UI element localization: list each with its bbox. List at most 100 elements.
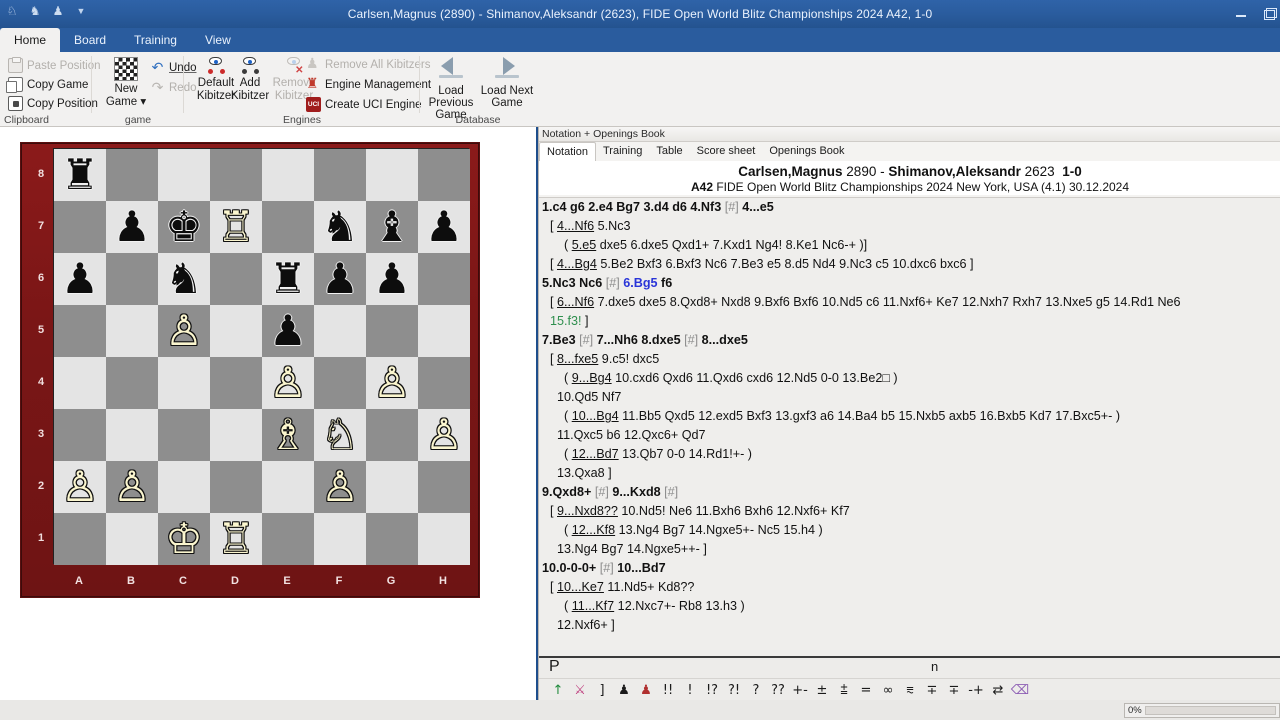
board-square-b5[interactable]: [106, 305, 158, 357]
tab-board[interactable]: Board: [60, 28, 120, 52]
notation-line[interactable]: ( 5.e5 dxe5 6.dxe5 Qxd1+ 7.Kxd1 Ng4! 8.K…: [539, 236, 1280, 255]
add-kibitzer-button[interactable]: Add Kibitzer: [228, 57, 272, 102]
board-square-h8[interactable]: [418, 149, 470, 201]
notation-line[interactable]: [ 4...Bg4 5.Be2 Bxf3 6.Bxf3 Nc6 7.Be3 e5…: [539, 255, 1280, 274]
ribbon-tab-strip[interactable]: Home Board Training View: [0, 28, 1280, 52]
board-square-a1[interactable]: [54, 513, 106, 565]
mistake-symbol[interactable]: ?: [745, 680, 767, 702]
board-square-e6[interactable]: ♜: [262, 253, 314, 305]
board-square-h7[interactable]: ♟: [418, 201, 470, 253]
attack-symbol[interactable]: ⚔: [569, 680, 591, 702]
notation-line[interactable]: 12.Nxf6+ ]: [539, 616, 1280, 635]
piece-wp[interactable]: ♙: [54, 461, 106, 513]
piece-wr[interactable]: ♖: [210, 201, 262, 253]
board-square-a4[interactable]: [54, 357, 106, 409]
board-square-b4[interactable]: [106, 357, 158, 409]
chess-board[interactable]: ♜ ♟ ♚ ♖ ♞ ♝ ♟ ♟ ♞ ♜ ♟ ♟ ♙ ♟ ♙ ♙ ♗ ♘ ♙ ♙ ♙ ♙ ♔ ♖ 87654321 ABCDEF…: [20, 142, 480, 720]
board-square-f5[interactable]: [314, 305, 366, 357]
board-square-c7[interactable]: ♚: [158, 201, 210, 253]
minimize-button[interactable]: [1234, 7, 1248, 21]
notation-line[interactable]: 11.Qxc5 b6 12.Qxc6+ Qd7: [539, 426, 1280, 445]
remove-all-kibitzers-button[interactable]: Remove All Kibitzers: [306, 55, 430, 72]
notation-line[interactable]: 10.Qd5 Nf7: [539, 388, 1280, 407]
tab-score-sheet[interactable]: Score sheet: [690, 142, 763, 161]
piece-br[interactable]: ♜: [262, 253, 314, 305]
board-square-c1[interactable]: ♔: [158, 513, 210, 565]
notation-line[interactable]: 9.Qxd8+ [#] 9...Kxd8 [#]: [539, 483, 1280, 502]
good-move-symbol[interactable]: !: [679, 680, 701, 702]
board-square-a7[interactable]: [54, 201, 106, 253]
piece-wr[interactable]: ♖: [210, 513, 262, 565]
notation-line[interactable]: [ 10...Ke7 11.Nd5+ Kd8??: [539, 578, 1280, 597]
board-square-d3[interactable]: [210, 409, 262, 461]
board-square-b7[interactable]: ♟: [106, 201, 158, 253]
board-square-f2[interactable]: ♙: [314, 461, 366, 513]
notation-line[interactable]: 1.c4 g6 2.e4 Bg7 3.d4 d6 4.Nf3 [#] 4...e…: [539, 198, 1280, 217]
tab-openings-book[interactable]: Openings Book: [762, 142, 851, 161]
notation-line[interactable]: 13.Ng4 Bg7 14.Ngxe5++- ]: [539, 540, 1280, 559]
equal-symbol[interactable]: =: [855, 680, 877, 702]
piece-bp[interactable]: ♟: [418, 201, 470, 253]
notation-line[interactable]: 10.0-0-0+ [#] 10...Bd7: [539, 559, 1280, 578]
black-much-better-symbol[interactable]: ∓: [943, 680, 965, 702]
piece-bp[interactable]: ♟: [366, 253, 418, 305]
notation-line[interactable]: [ 8...fxe5 9.c5! dxc5: [539, 350, 1280, 369]
black-winning-symbol[interactable]: -+: [965, 680, 987, 702]
counterplay-symbol[interactable]: ⇄: [987, 680, 1009, 702]
engine-management-button[interactable]: Engine Management: [306, 75, 431, 92]
annotation-symbol-row[interactable]: ↑ ⚔] ♟ ♟!!!!??!??? +- ± ⩲ = ∞ ⩳ ∓ ∓ -+ ⇄ ⌫: [539, 678, 1280, 702]
board-square-c2[interactable]: [158, 461, 210, 513]
interesting-move-symbol[interactable]: !?: [701, 680, 723, 702]
bracket-symbol[interactable]: ]: [591, 680, 613, 702]
board-square-e4[interactable]: ♙: [262, 357, 314, 409]
notation-line[interactable]: 5.Nc3 Nc6 [#] 6.Bg5 f6: [539, 274, 1280, 293]
notation-line[interactable]: [ 9...Nxd8?? 10.Nd5! Ne6 11.Bxh6 Bxh6 12…: [539, 502, 1280, 521]
board-square-g6[interactable]: ♟: [366, 253, 418, 305]
board-squares[interactable]: ♜ ♟ ♚ ♖ ♞ ♝ ♟ ♟ ♞ ♜ ♟ ♟ ♙ ♟ ♙ ♙ ♗ ♘ ♙ ♙ ♙ ♙ ♔ ♖: [53, 148, 470, 565]
board-square-c5[interactable]: ♙: [158, 305, 210, 357]
board-square-b1[interactable]: [106, 513, 158, 565]
board-square-e8[interactable]: [262, 149, 314, 201]
notation-line[interactable]: [ 4...Nf6 5.Nc3: [539, 217, 1280, 236]
board-square-a5[interactable]: [54, 305, 106, 357]
white-slightly-better-symbol[interactable]: ⩲: [833, 680, 855, 702]
board-square-h4[interactable]: [418, 357, 470, 409]
board-square-a6[interactable]: ♟: [54, 253, 106, 305]
board-square-h6[interactable]: [418, 253, 470, 305]
board-square-f7[interactable]: ♞: [314, 201, 366, 253]
piece-bk[interactable]: ♚: [158, 201, 210, 253]
tab-training[interactable]: Training: [120, 28, 191, 52]
dubious-move-symbol[interactable]: ?!: [723, 680, 745, 702]
board-square-c6[interactable]: ♞: [158, 253, 210, 305]
new-game-button[interactable]: New Game ▾: [98, 57, 154, 108]
board-square-e2[interactable]: [262, 461, 314, 513]
board-square-d5[interactable]: [210, 305, 262, 357]
notation-line[interactable]: 7.Be3 [#] 7...Nh6 8.dxe5 [#] 8...dxe5: [539, 331, 1280, 350]
tab-training[interactable]: Training: [596, 142, 649, 161]
board-square-f1[interactable]: [314, 513, 366, 565]
notation-line[interactable]: [ 6...Nf6 7.dxe5 dxe5 8.Qxd8+ Nxd8 9.Bxf…: [539, 293, 1280, 312]
piece-wp[interactable]: ♙: [106, 461, 158, 513]
board-square-e7[interactable]: [262, 201, 314, 253]
piece-wk[interactable]: ♔: [158, 513, 210, 565]
notation-line[interactable]: ( 9...Bg4 10.cxd6 Qxd6 11.Qxd6 cxd6 12.N…: [539, 369, 1280, 388]
red-pawn-symbol[interactable]: ♟: [635, 680, 657, 702]
board-square-c3[interactable]: [158, 409, 210, 461]
paste-position-button[interactable]: Paste Position: [8, 57, 101, 73]
board-square-b6[interactable]: [106, 253, 158, 305]
eraser-symbol[interactable]: ⌫: [1009, 680, 1031, 702]
board-square-g7[interactable]: ♝: [366, 201, 418, 253]
board-square-d1[interactable]: ♖: [210, 513, 262, 565]
arrow-up-symbol[interactable]: ↑: [547, 680, 569, 702]
piece-wp[interactable]: ♙: [418, 409, 470, 461]
board-square-d7[interactable]: ♖: [210, 201, 262, 253]
compensation-symbol[interactable]: ⩳: [899, 680, 921, 702]
copy-position-button[interactable]: Copy Position: [8, 96, 98, 111]
piece-br[interactable]: ♜: [54, 149, 106, 201]
brilliant-move-symbol[interactable]: !!: [657, 680, 679, 702]
notation-line[interactable]: ( 10...Bg4 11.Bb5 Qxd5 12.exd5 Bxf3 13.g…: [539, 407, 1280, 426]
board-square-d6[interactable]: [210, 253, 262, 305]
board-square-h3[interactable]: ♙: [418, 409, 470, 461]
piece-bn[interactable]: ♞: [158, 253, 210, 305]
piece-wp[interactable]: ♙: [158, 305, 210, 357]
